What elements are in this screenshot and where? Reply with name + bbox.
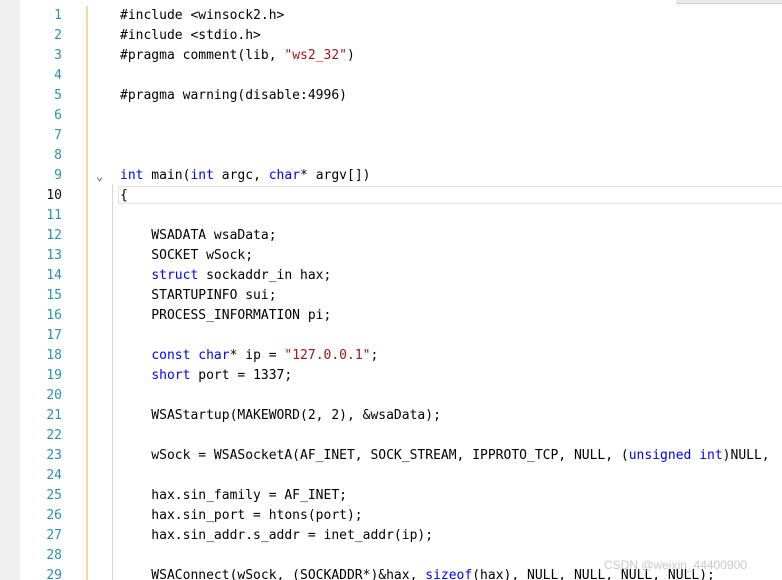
- code-text[interactable]: WSAStartup(MAKEWORD(2, 2), &wsaData);: [120, 406, 441, 426]
- code-line[interactable]: 22: [0, 426, 782, 446]
- watermark: CSDN @weixin_44400900: [604, 558, 747, 572]
- code-line[interactable]: 2 #include <stdio.h>: [0, 26, 782, 46]
- code-line[interactable]: 6: [0, 106, 782, 126]
- code-line[interactable]: 16 PROCESS_INFORMATION pi;: [0, 306, 782, 326]
- code-text[interactable]: #pragma warning(disable:4996): [120, 86, 347, 106]
- code-line[interactable]: 4: [0, 66, 782, 86]
- code-text[interactable]: {: [120, 186, 128, 206]
- line-number: 28: [46, 548, 62, 563]
- code-text[interactable]: wSock = WSASocketA(AF_INET, SOCK_STREAM,…: [120, 446, 769, 466]
- line-number: 29: [46, 568, 62, 580]
- line-number: 21: [46, 408, 62, 423]
- code-line[interactable]: 21 WSAStartup(MAKEWORD(2, 2), &wsaData);: [0, 406, 782, 426]
- line-number: 24: [46, 468, 62, 483]
- line-number: 8: [54, 148, 62, 163]
- code-text[interactable]: hax.sin_family = AF_INET;: [120, 486, 347, 506]
- code-line[interactable]: 14 struct sockaddr_in hax;: [0, 266, 782, 286]
- code-text[interactable]: #include <stdio.h>: [120, 26, 261, 46]
- code-text[interactable]: hax.sin_port = htons(port);: [120, 506, 362, 526]
- line-number: 6: [54, 108, 62, 123]
- code-line[interactable]: 12 WSADATA wsaData;: [0, 226, 782, 246]
- line-number: 9: [54, 168, 62, 183]
- code-line[interactable]: 11: [0, 206, 782, 226]
- code-line[interactable]: 26 hax.sin_port = htons(port);: [0, 506, 782, 526]
- line-number: 16: [46, 308, 62, 323]
- code-text[interactable]: hax.sin_addr.s_addr = inet_addr(ip);: [120, 526, 433, 546]
- code-line[interactable]: 10 {: [0, 186, 782, 206]
- code-line[interactable]: 7: [0, 126, 782, 146]
- line-number: 25: [46, 488, 62, 503]
- line-number: 7: [54, 128, 62, 143]
- code-line[interactable]: 20: [0, 386, 782, 406]
- line-number: 18: [46, 348, 62, 363]
- code-text[interactable]: STARTUPINFO sui;: [120, 286, 276, 306]
- code-line[interactable]: 9 int main(int argc, char* argv[]): [0, 166, 782, 186]
- code-line[interactable]: 13 SOCKET wSock;: [0, 246, 782, 266]
- code-text[interactable]: #pragma comment(lib, "ws2_32"): [120, 46, 355, 66]
- line-number: 1: [54, 8, 62, 23]
- line-number: 4: [54, 68, 62, 83]
- line-number: 2: [54, 28, 62, 43]
- line-number: 19: [46, 368, 62, 383]
- code-line[interactable]: 24: [0, 466, 782, 486]
- code-line[interactable]: 5 #pragma warning(disable:4996): [0, 86, 782, 106]
- horizontal-scrollbar[interactable]: [676, 0, 782, 4]
- code-line[interactable]: 1 #include <winsock2.h>: [0, 6, 782, 26]
- line-number: 13: [46, 248, 62, 263]
- line-number: 3: [54, 48, 62, 63]
- code-line[interactable]: 8: [0, 146, 782, 166]
- code-editor[interactable]: 1 #include <winsock2.h> 2 #include <stdio.h…: [0, 0, 782, 580]
- line-number: 11: [46, 208, 62, 223]
- code-text[interactable]: struct sockaddr_in hax;: [120, 266, 331, 286]
- line-number: 23: [46, 448, 62, 463]
- line-number: 14: [46, 268, 62, 283]
- line-number: 17: [46, 328, 62, 343]
- code-line[interactable]: 18 const char* ip = "127.0.0.1";: [0, 346, 782, 366]
- line-number: 26: [46, 508, 62, 523]
- code-line[interactable]: 23 wSock = WSASocketA(AF_INET, SOCK_STRE…: [0, 446, 782, 466]
- code-line[interactable]: 25 hax.sin_family = AF_INET;: [0, 486, 782, 506]
- line-number: 12: [46, 228, 62, 243]
- fold-guide: [112, 184, 113, 580]
- code-text[interactable]: const char* ip = "127.0.0.1";: [120, 346, 378, 366]
- line-number: 10: [46, 188, 62, 203]
- line-number: 20: [46, 388, 62, 403]
- code-line[interactable]: 3 #pragma comment(lib, "ws2_32"): [0, 46, 782, 66]
- code-text[interactable]: int main(int argc, char* argv[]): [120, 166, 371, 186]
- code-line[interactable]: 27 hax.sin_addr.s_addr = inet_addr(ip);: [0, 526, 782, 546]
- code-text[interactable]: WSADATA wsaData;: [120, 226, 276, 246]
- code-text[interactable]: short port = 1337;: [120, 366, 292, 386]
- line-number: 15: [46, 288, 62, 303]
- code-line[interactable]: 19 short port = 1337;: [0, 366, 782, 386]
- line-number: 27: [46, 528, 62, 543]
- code-line[interactable]: 15 STARTUPINFO sui;: [0, 286, 782, 306]
- code-text[interactable]: PROCESS_INFORMATION pi;: [120, 306, 331, 326]
- code-text[interactable]: #include <winsock2.h>: [120, 6, 284, 26]
- line-number: 22: [46, 428, 62, 443]
- code-line[interactable]: 17: [0, 326, 782, 346]
- code-text[interactable]: SOCKET wSock;: [120, 246, 253, 266]
- chevron-down-icon[interactable]: ⌄: [96, 170, 108, 182]
- line-number: 5: [54, 88, 62, 103]
